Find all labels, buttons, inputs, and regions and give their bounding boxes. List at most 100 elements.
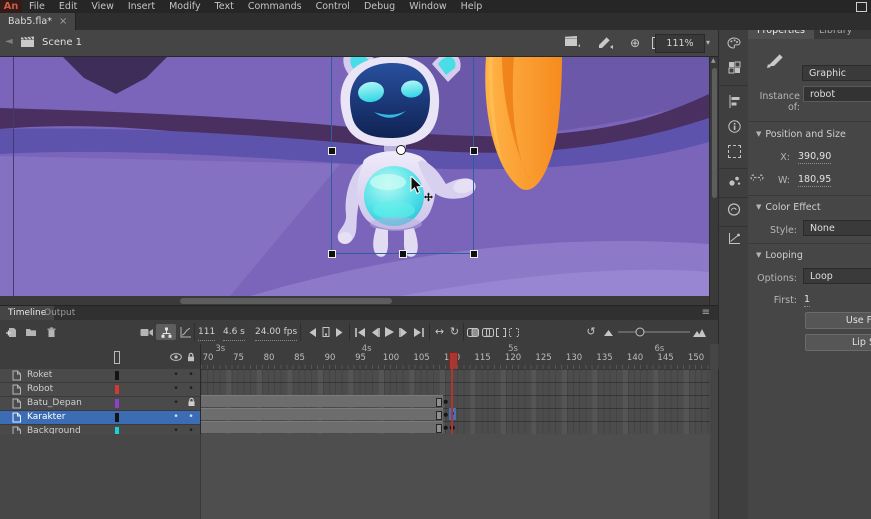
- layer-outline-swatch[interactable]: [115, 371, 119, 380]
- delete-layer-button[interactable]: [44, 324, 58, 340]
- loop-options-select[interactable]: Loop: [803, 268, 871, 284]
- menu-item-modify[interactable]: Modify: [162, 0, 207, 13]
- close-icon[interactable]: ×: [59, 16, 67, 27]
- menu-item-insert[interactable]: Insert: [121, 0, 162, 13]
- center-frame-icon[interactable]: ⊕: [630, 35, 640, 51]
- layer-outline-swatch[interactable]: [115, 399, 119, 408]
- swatches-panel-icon[interactable]: [719, 61, 749, 74]
- layer-parenting-button[interactable]: [156, 324, 176, 340]
- scene-name[interactable]: Scene 1: [42, 37, 82, 48]
- style-select[interactable]: None: [803, 220, 871, 236]
- w-value[interactable]: 180,95: [798, 174, 831, 187]
- tab-output[interactable]: Output: [36, 306, 83, 320]
- transform-point[interactable]: [396, 145, 406, 155]
- first-frame-value[interactable]: 1: [804, 294, 810, 307]
- menu-item-control[interactable]: Control: [309, 0, 357, 13]
- edit-multiple-frames-button[interactable]: [495, 324, 506, 340]
- stage-zoom-select[interactable]: 111%: [655, 34, 705, 53]
- animate-logo[interactable]: An: [0, 0, 22, 13]
- layer-row-roket[interactable]: Roket••: [0, 369, 200, 383]
- layer-visibility-toggle[interactable]: •: [171, 397, 181, 410]
- creative-cloud-panel-icon[interactable]: [719, 203, 749, 216]
- selection-handle-bottom-center[interactable]: [399, 250, 407, 258]
- keyframe-dot[interactable]: [444, 412, 449, 417]
- frame-span-background[interactable]: [201, 421, 443, 433]
- layer-visibility-toggle[interactable]: •: [171, 369, 181, 382]
- eye-icon[interactable]: [170, 353, 182, 364]
- step-back-button[interactable]: [306, 324, 318, 340]
- timeline-zoom-slider[interactable]: [618, 324, 690, 340]
- step-forward-one-frame-button[interactable]: [397, 324, 410, 340]
- layer-visibility-toggle[interactable]: •: [171, 411, 181, 424]
- layer-lock-toggle[interactable]: •: [186, 411, 196, 424]
- elapsed-time-value[interactable]: 4.6 s: [223, 324, 245, 341]
- brush-settings-panel-icon[interactable]: [719, 174, 749, 187]
- playhead-line[interactable]: [451, 353, 453, 434]
- use-frame-picker-button[interactable]: Use Fra: [805, 312, 871, 329]
- modify-markers-button[interactable]: [508, 324, 519, 340]
- frame-span-karakter[interactable]: [201, 408, 443, 420]
- layer-visibility-toggle[interactable]: •: [171, 383, 181, 396]
- chevron-down-icon[interactable]: ▾: [706, 38, 710, 47]
- menu-item-edit[interactable]: Edit: [52, 0, 84, 13]
- document-tab[interactable]: Bab5.fla* ×: [0, 13, 76, 30]
- center-playhead-button[interactable]: ↔: [433, 324, 446, 340]
- lip-syncing-button[interactable]: Lip S: [805, 334, 871, 351]
- menu-item-text[interactable]: Text: [208, 0, 241, 13]
- selection-handle-right[interactable]: [470, 147, 478, 155]
- layer-row-karakter[interactable]: Karakter••: [0, 411, 200, 425]
- window-restore-icon[interactable]: [856, 2, 867, 12]
- frame-span-batu_depan[interactable]: [201, 395, 443, 407]
- layer-outline-swatch[interactable]: [115, 413, 119, 422]
- layer-lock-toggle[interactable]: •: [186, 383, 196, 396]
- camera-button[interactable]: [138, 324, 154, 340]
- section-looping[interactable]: ▼Looping: [756, 250, 803, 261]
- align-panel-icon[interactable]: [719, 95, 749, 108]
- zoom-in-frames-icon[interactable]: [692, 324, 706, 340]
- back-arrow-icon[interactable]: ◄: [5, 36, 13, 47]
- timeline-ruler[interactable]: 7075808590951001051101151201251301351401…: [200, 344, 719, 370]
- selection-handle-left[interactable]: [328, 147, 336, 155]
- layer-row-batu_depan[interactable]: Batu_Depan•: [0, 397, 200, 411]
- play-button[interactable]: [383, 324, 395, 340]
- menu-item-view[interactable]: View: [84, 0, 121, 13]
- menu-item-file[interactable]: File: [22, 0, 52, 13]
- lock-icon[interactable]: [186, 352, 196, 365]
- step-forward-button[interactable]: [334, 324, 346, 340]
- reset-timeline-zoom-button[interactable]: ↺: [584, 324, 598, 340]
- stage-horizontal-scrollbar[interactable]: [0, 296, 709, 305]
- menu-item-help[interactable]: Help: [454, 0, 490, 13]
- section-color-effect[interactable]: ▼Color Effect: [756, 202, 821, 213]
- current-frame-indicator[interactable]: [320, 324, 332, 340]
- edit-scene-icon[interactable]: [564, 35, 580, 51]
- stage-canvas[interactable]: [0, 56, 709, 296]
- transform-panel-icon[interactable]: [719, 145, 749, 158]
- scroll-up-icon[interactable]: ▲: [711, 57, 716, 64]
- menu-item-commands[interactable]: Commands: [241, 0, 309, 13]
- layer-outline-swatch[interactable]: [115, 385, 119, 394]
- selection-handle-bottom-right[interactable]: [470, 250, 478, 258]
- keyframe-dot[interactable]: [444, 399, 449, 404]
- loop-playback-button[interactable]: ↻: [448, 324, 461, 340]
- keyframe-dot[interactable]: [444, 425, 449, 430]
- layer-lock-toggle[interactable]: •: [186, 369, 196, 382]
- instance-name-field[interactable]: robot: [803, 86, 871, 102]
- horizontal-scroll-thumb[interactable]: [180, 298, 392, 304]
- new-folder-button[interactable]: [24, 324, 38, 340]
- info-panel-icon[interactable]: [719, 120, 749, 133]
- step-back-one-frame-button[interactable]: [368, 324, 381, 340]
- edit-symbols-icon[interactable]: [597, 35, 613, 52]
- onion-skin-outlines-button[interactable]: [481, 324, 494, 340]
- x-value[interactable]: 390,90: [798, 151, 831, 164]
- zoom-out-frames-icon[interactable]: [602, 324, 614, 340]
- frames-grid[interactable]: [200, 369, 711, 434]
- layer-lock-toggle[interactable]: [186, 397, 196, 410]
- onion-skin-button[interactable]: [466, 324, 479, 340]
- menu-item-window[interactable]: Window: [402, 0, 453, 13]
- color-panel-icon[interactable]: [719, 37, 749, 50]
- asset-warp-panel-icon[interactable]: [719, 232, 749, 245]
- layer-row-robot[interactable]: Robot••: [0, 383, 200, 397]
- new-layer-button[interactable]: [4, 324, 18, 340]
- selection-handle-bottom-left[interactable]: [328, 250, 336, 258]
- stage-vertical-scrollbar[interactable]: ▲: [709, 56, 718, 305]
